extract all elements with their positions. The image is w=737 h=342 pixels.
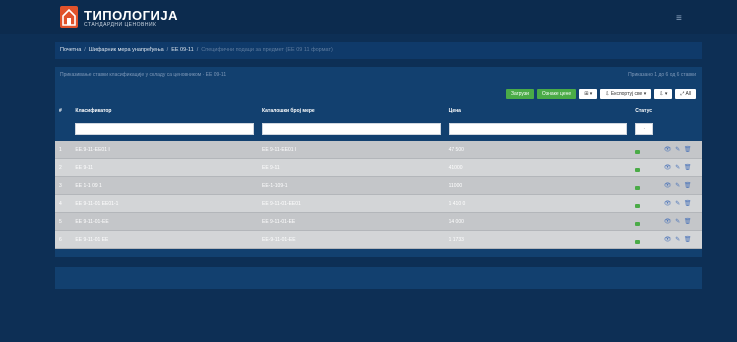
status-active-icon xyxy=(635,239,641,244)
row-price: 41000 xyxy=(444,158,632,177)
status-active-icon xyxy=(635,167,641,172)
classifier-filter-input[interactable] xyxy=(75,123,254,135)
row-catalog-number: ЕЕ-9-11-01-ЕЕ xyxy=(258,230,445,249)
row-actions: 👁 ✎ 🗑 xyxy=(659,230,702,249)
table-row[interactable]: 1 ЕЕ.9-11-ЕЕ01 I ЕЕ 9-11-ЕЕ01 I 47 500 👁 ✎ 🗑 xyxy=(55,141,702,159)
breadcrumb: Почетна / Шифарник мера унапређења / ЕЕ 09-1… xyxy=(55,42,702,59)
row-action-icons[interactable]: 👁 ✎ 🗑 xyxy=(664,219,693,225)
row-catalog-number: ЕЕ 9-11-01-ЕЕ01 xyxy=(258,194,445,213)
row-index: 2 xyxy=(55,158,72,177)
table-row[interactable]: 5 ЕЕ 9-11-01-ЕЕ ЕЕ 9-11-01-ЕЕ 14 000 👁 ✎ 🗑 xyxy=(55,212,702,231)
header-actions xyxy=(660,105,702,117)
row-status xyxy=(631,194,660,213)
logo-title[interactable]: ТИПОЛОГИЈА xyxy=(84,8,178,23)
row-index: 1 xyxy=(55,141,72,159)
breadcrumb-current[interactable]: ЕЕ 09-11 xyxy=(171,47,194,53)
row-action-icons[interactable]: 👁 ✎ 🗑 xyxy=(664,165,693,171)
breadcrumb-separator: / xyxy=(196,47,199,53)
row-catalog-number: ЕЕ 9-11 xyxy=(258,158,445,177)
pagination-info: Приказано 1 до 6 од 6 ставки xyxy=(628,72,696,78)
panel-info-text: Приказивање ставки класификације у склад… xyxy=(60,72,227,78)
breadcrumb-separator: / xyxy=(166,47,169,53)
row-actions: 👁 ✎ 🗑 xyxy=(659,176,702,195)
row-action-icons[interactable]: 👁 ✎ 🗑 xyxy=(664,147,693,153)
row-classifier: ЕЕ 9-11-01-ЕЕ xyxy=(71,212,258,231)
export-dropdown-button[interactable]: ⇩ Експортуј све ▾ xyxy=(600,89,652,99)
row-classifier: ЕЕ 9-11-01 ЕЕ01-1 xyxy=(71,194,258,213)
data-panel: Приказивање ставки класификације у склад… xyxy=(55,67,702,257)
row-index: 5 xyxy=(55,212,72,231)
load-button[interactable]: Загрузи xyxy=(505,89,534,99)
row-price: 47 500 xyxy=(444,141,632,159)
table-row[interactable]: 2 ЕЕ 9-11 ЕЕ 9-11 41000 👁 ✎ 🗑 xyxy=(55,158,702,177)
breadcrumb-catalog[interactable]: Шифарник мера унапређења xyxy=(89,47,164,53)
table-toolbar: Загрузи Ознаке цене ⊞ ▾ ⇩ Експортуј све … xyxy=(505,89,696,99)
top-navbar: ТИПОЛОГИЈА СТАНДАРДНИ ЦЕНОВНИК ≡ xyxy=(0,0,737,34)
header-status[interactable]: Статус xyxy=(631,105,660,117)
columns-dropdown-button[interactable]: ⊞ ▾ xyxy=(579,89,598,99)
status-filter-select[interactable]: · xyxy=(635,123,654,135)
catalog-filter-input[interactable] xyxy=(262,123,441,135)
row-index: 3 xyxy=(55,176,72,195)
status-active-icon xyxy=(635,221,641,226)
table-row[interactable]: 3 ЕЕ 1-1 09 1 ЕЕ-1-109-1 11000 👁 ✎ 🗑 xyxy=(55,176,702,195)
header-price[interactable]: Цена xyxy=(445,105,632,117)
row-catalog-number: ЕЕ 9-11-01-ЕЕ xyxy=(258,212,445,231)
footer-panel xyxy=(55,267,702,289)
filter-row: · xyxy=(55,117,702,141)
row-actions: 👁 ✎ 🗑 xyxy=(659,194,702,213)
row-status xyxy=(631,158,660,177)
row-action-icons[interactable]: 👁 ✎ 🗑 xyxy=(664,237,693,243)
row-actions: 👁 ✎ 🗑 xyxy=(659,212,702,231)
row-action-icons[interactable]: 👁 ✎ 🗑 xyxy=(664,201,693,207)
header-catalog-number[interactable]: Каталошки број мере xyxy=(258,105,445,117)
expand-all-button[interactable]: ⤢ All xyxy=(675,89,696,99)
row-action-icons[interactable]: 👁 ✎ 🗑 xyxy=(664,183,693,189)
logo-icon[interactable] xyxy=(60,6,78,28)
status-active-icon xyxy=(635,185,641,190)
row-catalog-number: ЕЕ 9-11-ЕЕ01 I xyxy=(258,141,445,159)
breadcrumb-home[interactable]: Почетна xyxy=(60,47,81,53)
row-classifier: ЕЕ.9-11-ЕЕ01 I xyxy=(71,141,258,159)
row-price: 1 1733 xyxy=(444,230,632,249)
row-status xyxy=(631,212,660,231)
breadcrumb-separator: / xyxy=(84,47,86,53)
row-index: 6 xyxy=(55,230,72,249)
row-price: 11000 xyxy=(444,176,632,195)
row-status xyxy=(631,141,660,159)
price-labels-button[interactable]: Ознаке цене xyxy=(536,89,577,99)
row-catalog-number: ЕЕ-1-109-1 xyxy=(258,176,445,195)
header-classifier[interactable]: Класификатор xyxy=(71,105,258,117)
row-status xyxy=(631,230,660,249)
row-classifier: ЕЕ 1-1 09 1 xyxy=(71,176,258,195)
row-actions: 👁 ✎ 🗑 xyxy=(659,141,702,159)
table-row[interactable]: 4 ЕЕ 9-11-01 ЕЕ01-1 ЕЕ 9-11-01-ЕЕ01 1 410 0… xyxy=(55,194,702,213)
logo-subtitle: СТАНДАРДНИ ЦЕНОВНИК xyxy=(84,22,157,28)
row-status xyxy=(631,176,660,195)
status-active-icon xyxy=(635,149,641,154)
row-actions: 👁 ✎ 🗑 xyxy=(659,158,702,177)
table-row[interactable]: 6 ЕЕ 9-11-01 ЕЕ ЕЕ-9-11-01-ЕЕ 1 1733 👁 ✎ 🗑 xyxy=(55,230,702,249)
download-dropdown-button[interactable]: ⇩ ▾ xyxy=(654,89,673,99)
breadcrumb-tail: Специфични подаци за предмет (ЕЕ 09 11 ф… xyxy=(201,47,333,53)
row-index: 4 xyxy=(55,194,72,213)
header-index[interactable]: # xyxy=(55,105,71,117)
data-table: # Класификатор Каталошки број мере Цена … xyxy=(55,105,702,249)
row-price: 1 410 0 xyxy=(444,194,632,213)
price-filter-input[interactable] xyxy=(448,123,628,135)
status-active-icon xyxy=(635,203,641,208)
row-classifier: ЕЕ 9-11 xyxy=(71,158,258,177)
menu-icon[interactable]: ≡ xyxy=(676,13,682,24)
table-header-row: # Класификатор Каталошки број мере Цена … xyxy=(55,105,702,117)
row-price: 14 000 xyxy=(444,212,632,231)
row-classifier: ЕЕ 9-11-01 ЕЕ xyxy=(71,230,258,249)
